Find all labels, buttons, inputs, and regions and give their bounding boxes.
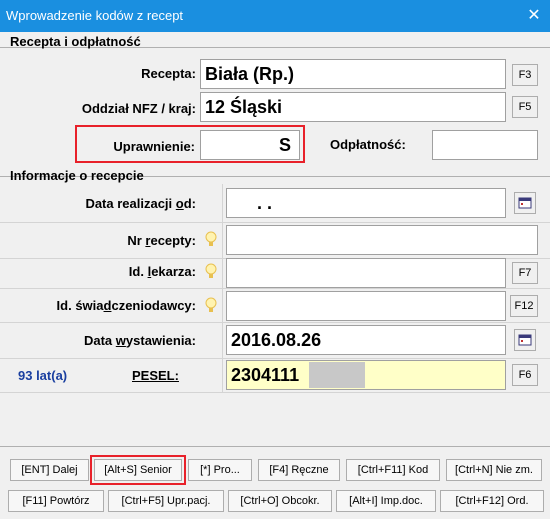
pesel-field[interactable]: 2304111 <box>226 360 506 390</box>
id-lekarza-field[interactable] <box>226 258 506 288</box>
uprawnienie-field[interactable]: S <box>200 130 300 160</box>
alt-i-imp-doc-button[interactable]: [Alt+I] Imp.doc. <box>336 490 436 512</box>
row-divider <box>0 322 550 323</box>
id-swiadczeniodawcy-f12-button[interactable]: F12 <box>510 295 538 317</box>
row-divider <box>0 358 550 359</box>
label-part: czeniodawcy: <box>111 298 196 313</box>
section1-title: Recepta i odpłatność <box>10 34 141 49</box>
label-part: Data <box>83 333 116 348</box>
ctrl-o-obcokr-button[interactable]: [Ctrl+O] Obcokr. <box>228 490 332 512</box>
odplatnosc-field[interactable] <box>432 130 538 160</box>
id-swiadczeniodawcy-field[interactable] <box>226 291 506 321</box>
nr-recepty-field[interactable] <box>226 225 538 255</box>
ctrl-n-nie-zm-button[interactable]: [Ctrl+N] Nie zm. <box>446 459 542 481</box>
pesel-label: PESEL: <box>132 368 179 383</box>
lightbulb-icon <box>205 231 217 246</box>
recepta-label: Recepta: <box>141 66 196 81</box>
label-accel: w <box>115 333 126 348</box>
alt-s-senior-button[interactable]: [Alt+S] Senior <box>94 459 182 481</box>
calendar-icon <box>518 197 532 209</box>
id-lekarza-label: Id. lekarza: <box>60 264 196 279</box>
calendar-icon <box>518 334 532 346</box>
label-part: Id. <box>128 264 148 279</box>
dialog-window: Wprowadzenie kodów z recept ✕ Recepta i … <box>0 0 550 519</box>
data-wystawienia-field[interactable]: 2016.08.26 <box>226 325 506 355</box>
label-part: Id. świa <box>56 298 104 313</box>
row-divider <box>0 392 550 393</box>
title-bar[interactable]: Wprowadzenie kodów z recept ✕ <box>0 0 550 32</box>
data-realizacji-label: Data realizacji od: <box>20 196 196 211</box>
window-title: Wprowadzenie kodów z recept <box>6 8 184 23</box>
label-part: Nr <box>127 233 146 248</box>
section2-title: Informacje o recepcie <box>10 168 144 183</box>
buttons-divider <box>0 446 550 447</box>
label-part: ekarza: <box>151 264 196 279</box>
recepta-field[interactable]: Biała (Rp.) <box>200 59 506 89</box>
uprawnienie-label: Uprawnienie: <box>113 139 195 154</box>
data-realizacji-field[interactable]: . . <box>226 188 506 218</box>
recepta-f3-button[interactable]: F3 <box>512 64 538 86</box>
pesel-redaction <box>309 362 365 388</box>
pesel-value: 2304111 <box>231 365 300 385</box>
pro-button[interactable]: [*] Pro... <box>188 459 252 481</box>
oddzial-field[interactable]: 12 Śląski <box>200 92 506 122</box>
row-divider <box>0 222 550 223</box>
odplatnosc-label: Odpłatność: <box>330 137 406 152</box>
f11-powtorz-button[interactable]: [F11] Powtórz <box>8 490 104 512</box>
label-part: ecepty: <box>150 233 196 248</box>
pesel-f6-button[interactable]: F6 <box>512 364 538 386</box>
lightbulb-icon <box>205 297 217 312</box>
id-swiadczeniodawcy-label: Id. świadczeniodawcy: <box>4 298 196 313</box>
oddzial-f5-button[interactable]: F5 <box>512 96 538 118</box>
close-icon[interactable]: ✕ <box>522 4 546 28</box>
data-wystawienia-calendar-button[interactable] <box>514 329 536 351</box>
ctrl-f12-ord-button[interactable]: [Ctrl+F12] Ord. <box>440 490 544 512</box>
age-text: 93 lat(a) <box>18 368 68 383</box>
id-lekarza-f7-button[interactable]: F7 <box>512 262 538 284</box>
row-divider <box>0 288 550 289</box>
data-realizacji-calendar-button[interactable] <box>514 192 536 214</box>
oddzial-label: Oddział NFZ / kraj: <box>81 101 196 116</box>
lightbulb-icon <box>205 263 217 278</box>
nr-recepty-label: Nr recepty: <box>60 233 196 248</box>
ctrl-f11-kod-button[interactable]: [Ctrl+F11] Kod <box>346 459 440 481</box>
column-divider <box>222 184 223 392</box>
label-part: Data realizacji <box>85 196 176 211</box>
data-wystawienia-label: Data wystawienia: <box>40 333 196 348</box>
label-part: d: <box>183 196 196 211</box>
ctrl-f5-upr-pacj-button[interactable]: [Ctrl+F5] Upr.pacj. <box>108 490 224 512</box>
label-part: ystawienia: <box>125 333 196 348</box>
f4-reczne-button[interactable]: [F4] Ręczne <box>258 459 340 481</box>
enter-dalej-button[interactable]: [ENT] Dalej <box>10 459 89 481</box>
label-accel: o <box>175 196 184 211</box>
